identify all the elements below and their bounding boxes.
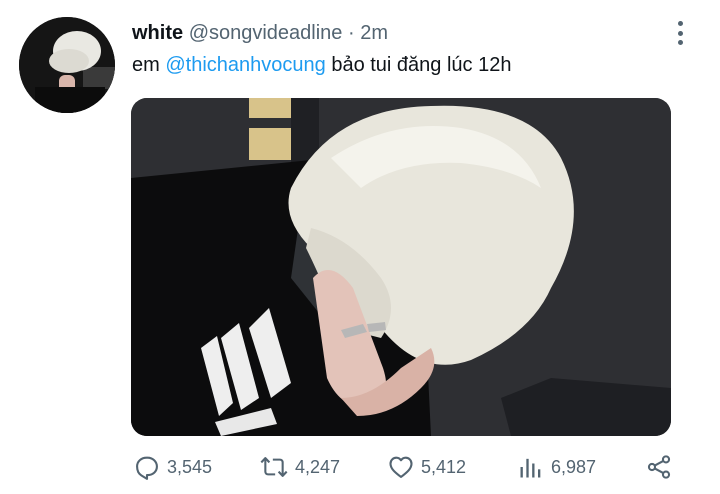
retweet-button[interactable]: 4,247 [259, 452, 340, 482]
tweet-text-start: em [132, 54, 166, 76]
share-button[interactable] [645, 452, 673, 482]
display-name[interactable]: white [132, 22, 183, 44]
avatar-image [19, 17, 115, 113]
tweet-media-photo[interactable] [131, 98, 671, 436]
reply-button[interactable]: 3,545 [133, 452, 212, 482]
separator-dot: · [348, 22, 355, 44]
tweet-text: em @thichanhvocung bảo tui đăng lúc 12h [132, 52, 511, 78]
like-button[interactable]: 5,412 [387, 452, 466, 482]
more-vertical-icon [677, 21, 683, 26]
like-count: 5,412 [421, 456, 467, 477]
tweet-actions: 3,545 4,247 5,412 6,987 [133, 452, 678, 482]
share-icon [647, 455, 671, 479]
views-button[interactable]: 6,987 [517, 452, 596, 482]
heart-icon [389, 456, 413, 478]
user-handle[interactable]: @songvideadline [189, 22, 343, 44]
tweet-text-end: bảo tui đăng lúc 12h [325, 54, 512, 76]
retweet-count: 4,247 [295, 456, 341, 477]
photo-illustration [131, 98, 671, 436]
views-count: 6,987 [551, 456, 597, 477]
more-options-button[interactable] [668, 18, 692, 48]
reply-count: 3,545 [167, 456, 213, 477]
avatar[interactable] [19, 17, 115, 113]
retweet-icon [260, 457, 288, 477]
views-icon [520, 458, 541, 478]
mention-link[interactable]: @thichanhvocung [165, 54, 325, 76]
tweet-header: white @songvideadline · 2m [132, 20, 388, 46]
reply-icon [136, 456, 158, 480]
timestamp[interactable]: 2m [360, 22, 388, 44]
